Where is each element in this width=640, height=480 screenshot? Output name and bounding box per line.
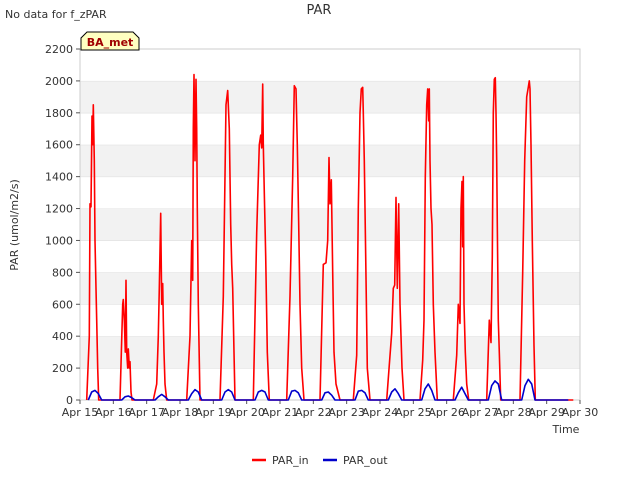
grid-band bbox=[80, 336, 580, 369]
y-tick-label: 1000 bbox=[45, 234, 73, 247]
grid-band bbox=[80, 304, 580, 337]
x-tick-label: Apr 21 bbox=[262, 406, 299, 419]
y-tick-label: 1400 bbox=[45, 171, 73, 184]
grid-band bbox=[80, 240, 580, 273]
grid-bands bbox=[80, 48, 580, 400]
legend-label-par-out: PAR_out bbox=[343, 454, 388, 467]
x-tick-label: Apr 17 bbox=[128, 406, 165, 419]
y-tick-label: 1200 bbox=[45, 203, 73, 216]
x-tick-label: Apr 25 bbox=[395, 406, 432, 419]
grid-band bbox=[80, 80, 580, 113]
x-tick-label: Apr 15 bbox=[62, 406, 99, 419]
y-tick-label: 2200 bbox=[45, 43, 73, 56]
x-tick-label: Apr 28 bbox=[495, 406, 532, 419]
y-tick-label: 800 bbox=[52, 266, 73, 279]
grid-band bbox=[80, 272, 580, 305]
grid-band bbox=[80, 49, 580, 81]
x-tick-label: Apr 26 bbox=[428, 406, 465, 419]
x-axis-label: Time bbox=[552, 423, 580, 436]
y-tick-label: 200 bbox=[52, 362, 73, 375]
grid-band bbox=[80, 208, 580, 241]
y-tick-label: 1800 bbox=[45, 107, 73, 120]
x-tick-label: Apr 27 bbox=[462, 406, 499, 419]
legend-label-par-in: PAR_in bbox=[272, 454, 309, 467]
x-tick-label: Apr 23 bbox=[328, 406, 365, 419]
x-tick-label: Apr 19 bbox=[195, 406, 232, 419]
x-tick-label: Apr 16 bbox=[95, 406, 132, 419]
y-tick-label: 600 bbox=[52, 298, 73, 311]
y-tick-label: 1600 bbox=[45, 139, 73, 152]
x-tick-label: Apr 30 bbox=[562, 406, 599, 419]
par-chart: 0200400600800100012001400160018002000220… bbox=[0, 0, 640, 480]
badge-label: BA_met bbox=[87, 36, 134, 49]
y-axis-label: PAR (umol/m2/s) bbox=[8, 179, 21, 271]
y-tick-label: 2000 bbox=[45, 75, 73, 88]
no-data-note: No data for f_zPAR bbox=[5, 8, 107, 21]
x-tick-label: Apr 18 bbox=[162, 406, 199, 419]
x-tick-label: Apr 24 bbox=[362, 406, 399, 419]
y-tick-label: 400 bbox=[52, 330, 73, 343]
chart-title: PAR bbox=[307, 3, 332, 18]
x-tick-label: Apr 29 bbox=[528, 406, 565, 419]
x-tick-label: Apr 22 bbox=[295, 406, 332, 419]
x-tick-label: Apr 20 bbox=[228, 406, 265, 419]
grid-band bbox=[80, 112, 580, 145]
